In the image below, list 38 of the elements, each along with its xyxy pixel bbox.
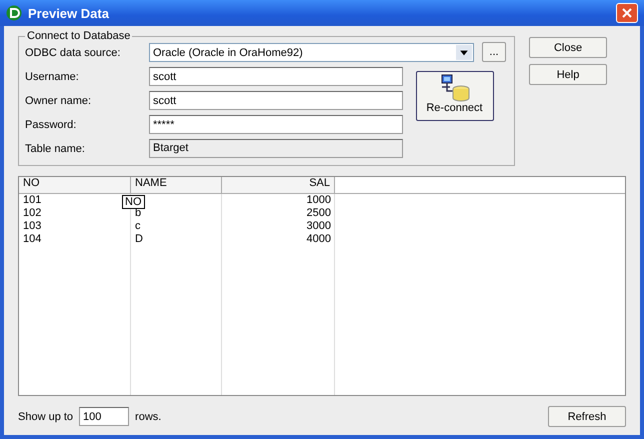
- dialog-button[interactable]: Close: [529, 37, 607, 58]
- input-field[interactable]: scott: [149, 67, 403, 86]
- table-cell: 104: [23, 233, 42, 245]
- window-title: Preview Data: [28, 6, 110, 20]
- column-header[interactable]: SAL: [222, 177, 335, 193]
- table-cell: 1000: [306, 194, 331, 206]
- input-field[interactable]: scott: [149, 91, 403, 110]
- table-cell: 101: [23, 194, 42, 206]
- field-label: Table name:: [25, 142, 86, 154]
- table-cell: 2500: [306, 207, 331, 219]
- field-label: Owner name:: [25, 94, 92, 106]
- footer-label: Show up to: [18, 410, 74, 422]
- row-limit-field[interactable]: 100: [79, 407, 130, 426]
- data-source-dropdown[interactable]: Oracle (Oracle in OraHome92): [149, 43, 474, 62]
- dialog-button[interactable]: Help: [529, 64, 607, 85]
- close-icon[interactable]: [616, 3, 638, 23]
- field-label: Username:: [25, 70, 80, 82]
- caret-icon[interactable]: [456, 45, 472, 60]
- column-header[interactable]: NAME: [131, 177, 222, 193]
- table-cell: 3000: [306, 220, 331, 232]
- field-label: ODBC data source:: [25, 46, 122, 58]
- column-header[interactable]: NO: [19, 177, 131, 193]
- tooltip: NO: [122, 195, 144, 209]
- database-icon: [438, 74, 470, 102]
- app-icon: [6, 5, 22, 21]
- group-title: Connect to Database: [26, 30, 132, 42]
- table-cell: 103: [23, 220, 42, 232]
- table-name-value: Btarget: [149, 139, 403, 158]
- table-cell: 102: [23, 207, 42, 219]
- table-cell: c: [135, 220, 140, 232]
- input-field[interactable]: *****: [149, 115, 403, 134]
- browse-button[interactable]: ...: [482, 42, 506, 62]
- table-cell: 4000: [306, 233, 331, 245]
- field-label: Password:: [25, 118, 78, 130]
- reconnect-button[interactable]: Re-connect: [416, 71, 494, 121]
- footer-label: rows.: [135, 410, 162, 422]
- table-cell: D: [135, 233, 143, 245]
- refresh-button[interactable]: Refresh: [548, 406, 626, 427]
